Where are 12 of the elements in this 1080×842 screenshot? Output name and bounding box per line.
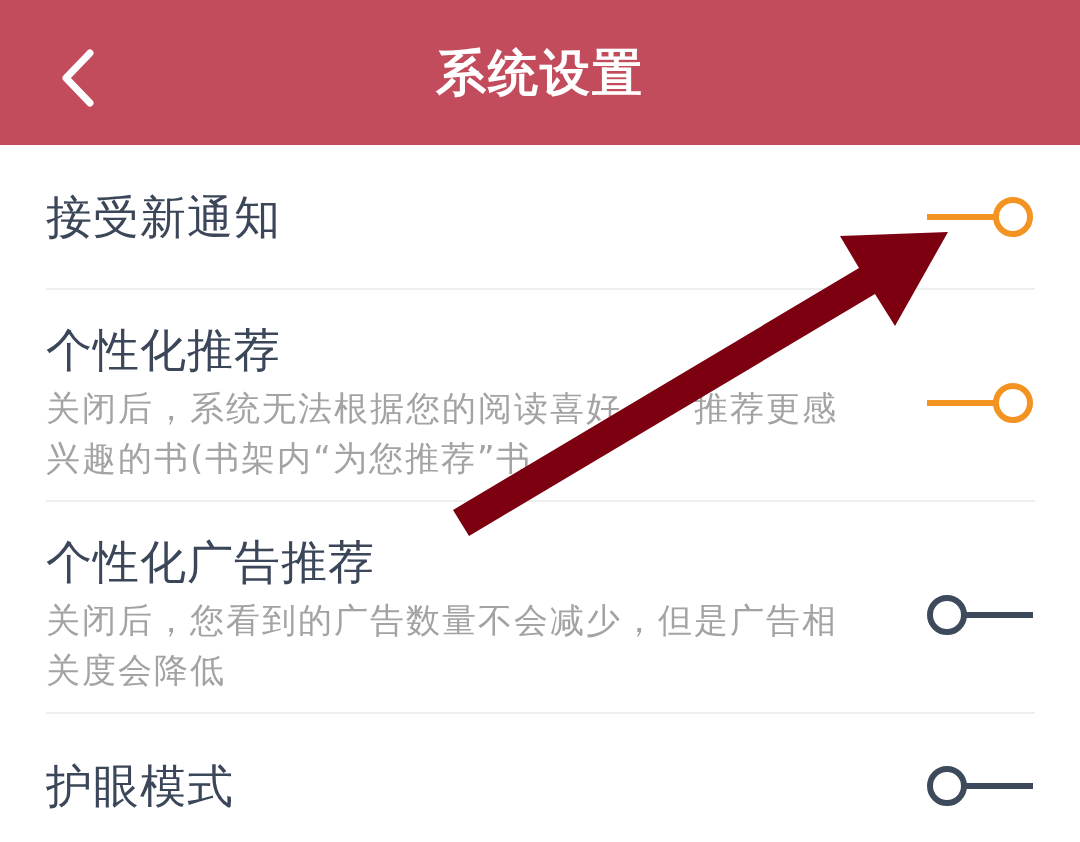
page-title: 系统设置 [436, 42, 644, 103]
setting-description: 关闭后，您看到的广告数量不会减少，但是广告相关度会降低 [46, 599, 839, 692]
toggle-switch[interactable] [925, 194, 1035, 239]
setting-title: 护眼模式 [46, 757, 234, 814]
toggle-switch[interactable] [925, 380, 1035, 425]
setting-title: 接受新通知 [46, 188, 281, 245]
setting-title: 个性化广告推荐 [46, 534, 376, 590]
description-text: 推荐更感 [694, 387, 838, 430]
chevron-left-icon [60, 48, 96, 108]
setting-title: 个性化推荐 [46, 322, 282, 378]
toggle-switch[interactable] [925, 592, 1035, 637]
toggle-switch[interactable] [925, 763, 1035, 808]
